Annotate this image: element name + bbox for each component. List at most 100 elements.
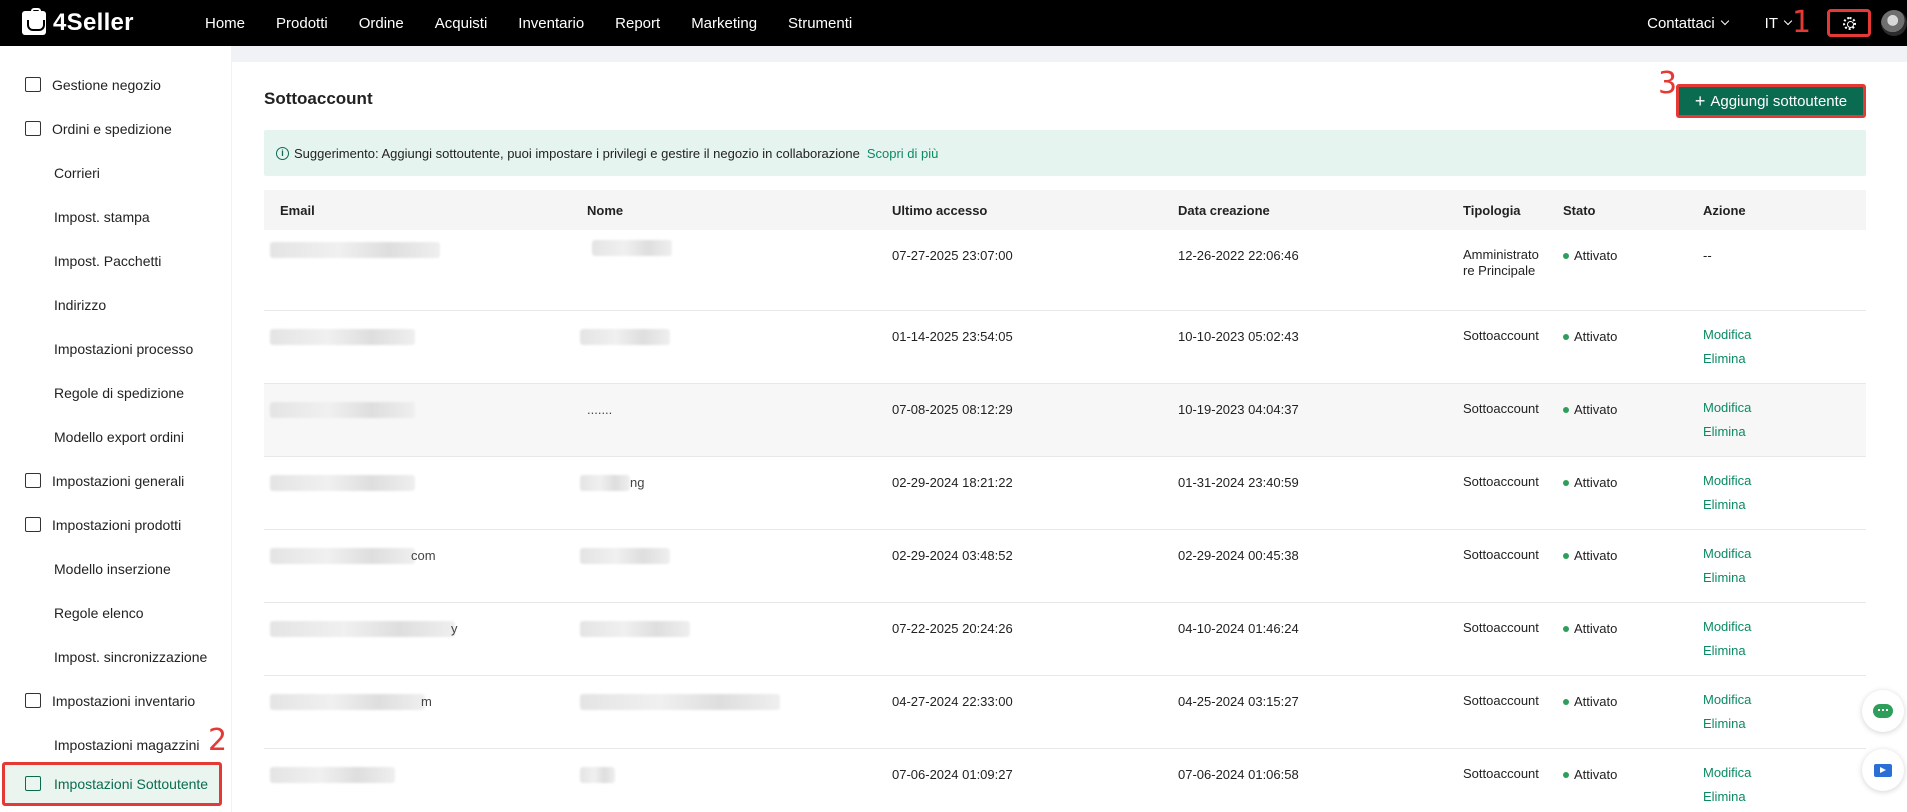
sidebar-item[interactable]: Indirizzo [0,283,231,327]
redacted-name [580,548,670,564]
sidebar-item-label: Impost. Pacchetti [54,253,162,269]
status-label: Attivato [1574,548,1618,563]
status-badge: Attivato [1563,475,1617,490]
last-access: 01-14-2025 23:54:05 [892,329,1013,344]
edit-link[interactable]: Modifica [1703,542,1751,566]
status-label: Attivato [1574,767,1618,782]
edit-link[interactable]: Modifica [1703,761,1751,785]
account-type: Amministratore Principale [1463,247,1539,278]
sidebar-item[interactable]: Impostazioni Sottoutente [2,762,222,806]
annotation-number: 3 [1658,66,1678,101]
contact-menu[interactable]: Contattaci [1647,14,1729,32]
add-subuser-label: Aggiungi sottoutente [1710,92,1848,110]
tip-text: Suggerimento: Aggiungi sottoutente, puoi… [294,145,860,161]
created-date: 10-19-2023 04:04:37 [1178,402,1299,417]
column-header: Tipologia [1463,203,1521,218]
sidebar-item[interactable]: Impostazioni magazzini [0,723,231,767]
delete-link[interactable]: Elimina [1703,420,1751,444]
sidebar-item[interactable]: Impostazioni generali [0,459,231,503]
created-date: 02-29-2024 00:45:38 [1178,548,1299,563]
chat-icon [1873,704,1893,718]
contact-label: Contattaci [1647,14,1715,32]
edit-link[interactable]: Modifica [1703,323,1751,347]
logo[interactable]: 4Seller [22,8,198,37]
sidebar-item[interactable]: Impost. sincronizzazione [0,635,231,679]
delete-link[interactable]: Elimina [1703,347,1751,371]
last-access: 02-29-2024 18:21:22 [892,475,1013,490]
status-badge: Attivato [1563,621,1617,636]
settings-button[interactable] [1827,9,1871,37]
status-dot-icon [1563,771,1569,778]
nav-item-home[interactable]: Home [205,15,245,32]
sidebar-item[interactable]: Modello export ordini [0,415,231,459]
nav-item-acquisti[interactable]: Acquisti [435,15,488,32]
status-label: Attivato [1574,329,1618,344]
nav-item-prodotti[interactable]: Prodotti [276,15,328,32]
learn-more-link[interactable]: Scopri di più [867,146,939,161]
nav-item-report[interactable]: Report [615,15,660,32]
sidebar-item[interactable]: Regole elenco [0,591,231,635]
sidebar-item[interactable]: Modello inserzione [0,547,231,591]
sidebar-item[interactable]: Impost. Pacchetti [0,239,231,283]
status-dot-icon [1563,406,1569,413]
settings-section-icon [25,776,41,791]
nav-item-inventario[interactable]: Inventario [518,15,584,32]
row-actions: Modifica Elimina [1703,761,1751,809]
chevron-down-icon [1783,16,1793,26]
account-type: Sottoaccount [1463,693,1539,708]
screen-share-button[interactable] [1862,749,1904,791]
status-label: Attivato [1574,248,1618,263]
add-subuser-button[interactable]: + Aggiungi sottoutente [1676,84,1866,118]
sidebar-item-label: Impost. stampa [54,209,150,225]
column-header: Stato [1563,203,1596,218]
sidebar-item-label: Corrieri [54,165,100,181]
nav-item-marketing[interactable]: Marketing [691,15,757,32]
account-type: Sottoaccount [1463,766,1539,781]
email-suffix: m [421,694,432,709]
created-date: 04-25-2024 03:15:27 [1178,694,1299,709]
created-date: 04-10-2024 01:46:24 [1178,621,1299,636]
redacted-email [270,548,415,564]
delete-link[interactable]: Elimina [1703,785,1751,809]
sidebar-item-label: Regole di spedizione [54,385,184,401]
table-row: y 07-22-2025 20:24:26 04-10-2024 01:46:24 S… [264,603,1866,676]
delete-link[interactable]: Elimina [1703,712,1751,736]
chat-support-button[interactable] [1862,690,1904,732]
edit-link[interactable]: Modifica [1703,688,1751,712]
sidebar-item[interactable]: Gestione negozio [0,63,231,107]
sidebar-item[interactable]: Ordini e spedizione [0,107,231,151]
status-badge: Attivato [1563,694,1617,709]
sidebar-item[interactable]: Impostazioni inventario [0,679,231,723]
language-label: IT [1764,14,1778,32]
table-row: com 02-29-2024 03:48:52 02-29-2024 00:45:3… [264,530,1866,603]
redacted-name [592,240,672,256]
column-header: Nome [587,203,624,218]
subaccount-table: Email Nome Ultimo accesso Data creazione Tip… [264,190,1866,812]
nav-item-ordine[interactable]: Ordine [359,15,404,32]
sidebar-item[interactable]: Impost. stampa [0,195,231,239]
avatar[interactable] [1881,10,1907,36]
sidebar-item[interactable]: Impostazioni prodotti [0,503,231,547]
last-access: 07-27-2025 23:07:00 [892,248,1013,263]
table-row: 07-06-2024 01:09:27 07-06-2024 01:06:58 So… [264,749,1866,812]
row-actions: Modifica Elimina [1703,396,1751,444]
sidebar-item[interactable]: Regole di spedizione [0,371,231,415]
status-label: Attivato [1574,621,1618,636]
info-icon: i [276,146,289,160]
delete-link[interactable]: Elimina [1703,639,1751,663]
delete-link[interactable]: Elimina [1703,566,1751,590]
nav-item-strumenti[interactable]: Strumenti [788,15,852,32]
column-header: Data creazione [1178,203,1270,218]
delete-link[interactable]: Elimina [1703,493,1751,517]
settings-sidebar: Gestione negozio Ordini e spedizione Corri… [0,46,231,812]
sidebar-item[interactable]: Corrieri [0,151,231,195]
redacted-email [270,621,455,637]
created-date: 10-10-2023 05:02:43 [1178,329,1299,344]
edit-link[interactable]: Modifica [1703,469,1751,493]
edit-link[interactable]: Modifica [1703,396,1751,420]
edit-link[interactable]: Modifica [1703,615,1751,639]
language-selector[interactable]: IT [1764,14,1793,32]
table-row: m 04-27-2024 22:33:00 04-25-2024 03:15:27 S… [264,676,1866,749]
name-suffix: ng [630,475,645,490]
sidebar-item[interactable]: Impostazioni processo [0,327,231,371]
